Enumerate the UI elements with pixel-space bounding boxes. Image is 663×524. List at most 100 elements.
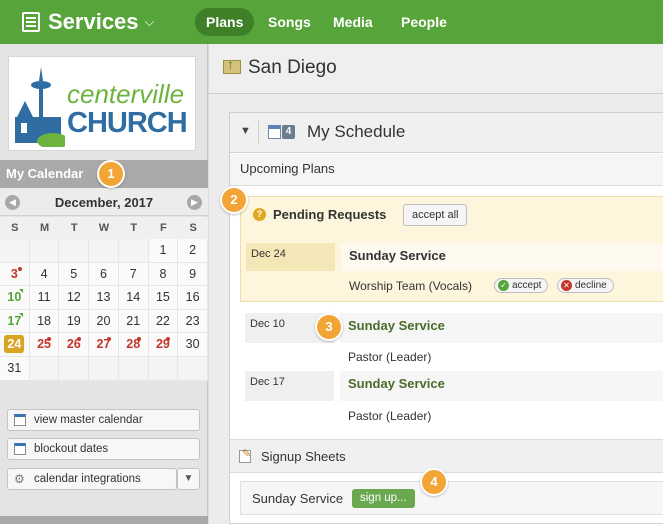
signup-sheets-title: Signup Sheets — [261, 449, 346, 464]
services-document-icon — [22, 12, 40, 32]
chevron-down-icon: ⌵ — [144, 14, 155, 29]
close-icon: ✕ — [561, 280, 572, 291]
weekday-label: F — [160, 222, 167, 234]
logo-line-2: CHURCH — [67, 107, 188, 139]
calendar-day[interactable]: 4 — [29, 262, 60, 287]
calendar-day[interactable]: 5 — [59, 262, 90, 287]
calendar-day[interactable]: 18 — [29, 309, 60, 334]
plan-name[interactable]: Sunday Service — [340, 371, 663, 401]
calendar-day[interactable]: 14 — [118, 286, 149, 310]
calendar-day-empty — [89, 239, 119, 263]
calendar-day-confirmed[interactable]: 17 — [0, 309, 30, 334]
calendar-day[interactable]: 8 — [148, 262, 179, 287]
calendar-day-empty — [89, 356, 119, 381]
calendar-day[interactable]: 13 — [89, 286, 119, 310]
signup-sheet-row: Sunday Service sign up... — [240, 481, 663, 515]
calendar-day-today[interactable]: 24 — [0, 333, 30, 357]
plan-date: Dec 17 — [245, 371, 334, 401]
calendar-day[interactable]: 11 — [29, 286, 60, 310]
calendar-day[interactable]: 2 — [178, 239, 208, 263]
today-label: 24 — [4, 335, 25, 354]
sign-up-button[interactable]: sign up... — [352, 489, 415, 508]
schedule-calendar-icon: 4 — [268, 125, 295, 140]
location-bar: San Diego — [209, 44, 663, 94]
app-title: Services — [48, 9, 139, 34]
calendar-day-confirmed[interactable]: 10 — [0, 286, 30, 310]
my-schedule-title: My Schedule — [307, 122, 406, 141]
calendar-day[interactable]: 12 — [59, 286, 90, 310]
calendar-day-scheduled[interactable]: 26 — [59, 333, 90, 357]
signup-sheets-header: Signup Sheets — [230, 439, 663, 473]
my-schedule-panel: ▼ 4 My Schedule Upcoming Plans ? Pending… — [229, 112, 663, 524]
pending-plan-name[interactable]: Sunday Service — [341, 243, 663, 271]
calendar-day[interactable]: 9 — [178, 262, 208, 287]
calendar-day[interactable]: 19 — [59, 309, 90, 334]
pending-plan-date: Dec 24 — [246, 243, 335, 271]
callout-marker: 4 — [420, 468, 448, 496]
calendar-day[interactable]: 6 — [89, 262, 119, 287]
calendar-day[interactable]: 23 — [178, 309, 208, 334]
calendar-day[interactable]: 7 — [118, 262, 149, 287]
calendar-day[interactable]: 15 — [148, 286, 179, 310]
calendar-day[interactable]: 16 — [178, 286, 208, 310]
calendar-day[interactable]: 1 — [148, 239, 179, 263]
calendar-day-scheduled[interactable]: 3 — [0, 262, 30, 287]
blockout-dates-label: blockout dates — [34, 443, 109, 455]
view-master-calendar-label: view master calendar — [34, 414, 143, 426]
calendar-day[interactable]: 30 — [178, 333, 208, 357]
top-navigation-bar: Services ⌵ Plans Songs Media People — [0, 0, 663, 44]
calendar-icon — [14, 414, 26, 426]
calendar-month-bar: ◀ December, 2017 ▶ — [0, 188, 208, 216]
calendar-day-empty — [118, 239, 149, 263]
calendar-day-empty — [59, 239, 90, 263]
calendar-day-scheduled[interactable]: 28 — [118, 333, 149, 357]
logo-line-1: centerville — [67, 79, 185, 109]
gear-icon: ⚙ — [14, 472, 25, 486]
plan-name[interactable]: Sunday Service — [340, 313, 663, 343]
sidebar: centerville CHURCH My Calendar ◀ Decembe… — [0, 44, 208, 524]
signup-sheet-name: Sunday Service — [252, 491, 344, 506]
weekday-label: S — [189, 222, 197, 234]
accept-label: accept — [512, 280, 542, 291]
pending-requests-box: ? Pending Requests accept all Dec 24 Sun… — [240, 196, 663, 302]
calendar-day-empty — [29, 356, 60, 381]
calendar-day-empty — [148, 356, 179, 381]
view-master-calendar-button[interactable]: view master calendar — [7, 409, 200, 431]
weekday-label: S — [11, 222, 19, 234]
calendar-day-empty — [178, 356, 208, 381]
calendar-day[interactable]: 31 — [0, 356, 30, 381]
calendar-day[interactable]: 22 — [148, 309, 179, 334]
accept-button[interactable]: ✓ accept — [494, 278, 549, 293]
nav-people[interactable]: People — [390, 8, 458, 36]
calendar-day-scheduled[interactable]: 27 — [89, 333, 119, 357]
weekday-label: T — [70, 222, 78, 234]
calendar-day[interactable]: 20 — [89, 309, 119, 334]
next-month-icon[interactable]: ▶ — [187, 195, 202, 210]
sidebar-footer-bar — [0, 516, 208, 524]
collapse-toggle-icon[interactable]: ▼ — [240, 125, 251, 137]
accept-all-button[interactable]: accept all — [403, 204, 468, 226]
nav-plans[interactable]: Plans — [195, 8, 255, 36]
callout-marker: 3 — [315, 313, 343, 341]
calendar-day[interactable]: 21 — [118, 309, 149, 334]
decline-button[interactable]: ✕ decline — [557, 278, 614, 293]
blockout-dates-button[interactable]: blockout dates — [7, 438, 200, 460]
calendar-integrations-dropdown[interactable]: ▼ — [177, 468, 200, 490]
calendar-integrations-button[interactable]: ⚙ calendar integrations — [7, 468, 177, 490]
my-schedule-header: ▼ 4 My Schedule — [230, 113, 663, 153]
weekday-label: W — [98, 222, 110, 234]
folder-up-icon[interactable] — [223, 56, 241, 74]
nav-songs[interactable]: Songs — [257, 8, 322, 36]
calendar-weekday-header: S M T W T F S — [0, 217, 208, 239]
pending-requests-title: Pending Requests — [273, 207, 387, 222]
calendar-day-scheduled[interactable]: 29 — [148, 333, 179, 357]
weekday-label: M — [39, 222, 50, 234]
nav-media[interactable]: Media — [322, 8, 384, 36]
check-icon: ✓ — [498, 280, 509, 291]
calendar-day-empty — [59, 356, 90, 381]
app-switcher[interactable]: Services ⌵ — [22, 7, 154, 37]
main-content: San Diego ▼ 4 My Schedule Upcoming Plans… — [209, 44, 663, 524]
signup-sheet-icon — [239, 447, 251, 463]
calendar-month-label: December, 2017 — [54, 195, 154, 210]
calendar-day-scheduled[interactable]: 25 — [29, 333, 60, 357]
